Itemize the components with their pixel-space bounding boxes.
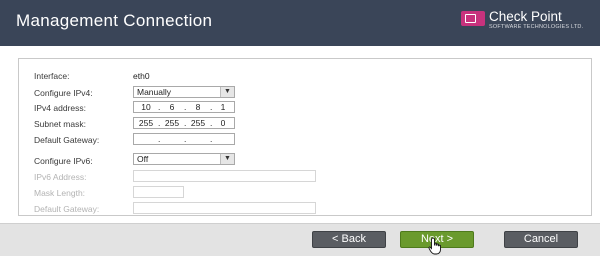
form-panel xyxy=(18,58,592,216)
mask-length-field[interactable] xyxy=(133,186,184,198)
subnet-octet-3[interactable]: 255 xyxy=(186,118,210,128)
subnet-octet-1[interactable]: 255 xyxy=(134,118,158,128)
subnet-mask-label: Subnet mask: xyxy=(34,119,86,129)
subnet-octet-4[interactable]: 0 xyxy=(212,118,234,128)
ipv4-octet-3[interactable]: 8 xyxy=(186,102,210,112)
subnet-octet-2[interactable]: 255 xyxy=(160,118,184,128)
cancel-button[interactable]: Cancel xyxy=(504,231,578,248)
ipv6-address-field[interactable] xyxy=(133,170,316,182)
default-gateway-field[interactable]: ... xyxy=(133,133,235,145)
hand-pointer-icon xyxy=(428,237,441,255)
configure-ipv4-select[interactable]: Manually ▼ xyxy=(133,86,235,98)
header-bar: Management Connection Check Point SOFTWA… xyxy=(0,0,600,46)
page-title: Management Connection xyxy=(16,11,213,30)
subnet-mask-field[interactable]: 255. 255. 255. 0 xyxy=(133,117,235,129)
ipv6-gateway-label: Default Gateway: xyxy=(34,204,100,214)
ipv4-octet-2[interactable]: 6 xyxy=(160,102,184,112)
interface-value: eth0 xyxy=(133,71,150,81)
ipv4-octet-1[interactable]: 10 xyxy=(134,102,158,112)
ipv4-address-field[interactable]: 10. 6. 8. 1 xyxy=(133,101,235,113)
configure-ipv4-label: Configure IPv4: xyxy=(34,88,93,98)
back-button[interactable]: < Back xyxy=(312,231,386,248)
ipv6-address-label: IPv6 Address: xyxy=(34,172,87,182)
interface-label: Interface: xyxy=(34,71,70,81)
configure-ipv6-label: Configure IPv6: xyxy=(34,156,93,166)
chevron-down-icon[interactable]: ▼ xyxy=(220,87,234,97)
configure-ipv4-value: Manually xyxy=(137,87,172,97)
ipv4-octet-4[interactable]: 1 xyxy=(212,102,234,112)
configure-ipv6-value: Off xyxy=(137,154,149,164)
logo-subtitle: SOFTWARE TECHNOLOGIES LTD. xyxy=(489,24,584,30)
logo-name: Check Point xyxy=(489,9,562,24)
default-gateway-label: Default Gateway: xyxy=(34,135,100,145)
mask-length-label: Mask Length: xyxy=(34,188,86,198)
check-point-logo-icon xyxy=(461,11,485,26)
chevron-down-icon[interactable]: ▼ xyxy=(220,154,234,164)
ipv4-address-label: IPv4 address: xyxy=(34,103,86,113)
configure-ipv6-select[interactable]: Off ▼ xyxy=(133,153,235,165)
ipv6-gateway-field[interactable] xyxy=(133,202,316,214)
